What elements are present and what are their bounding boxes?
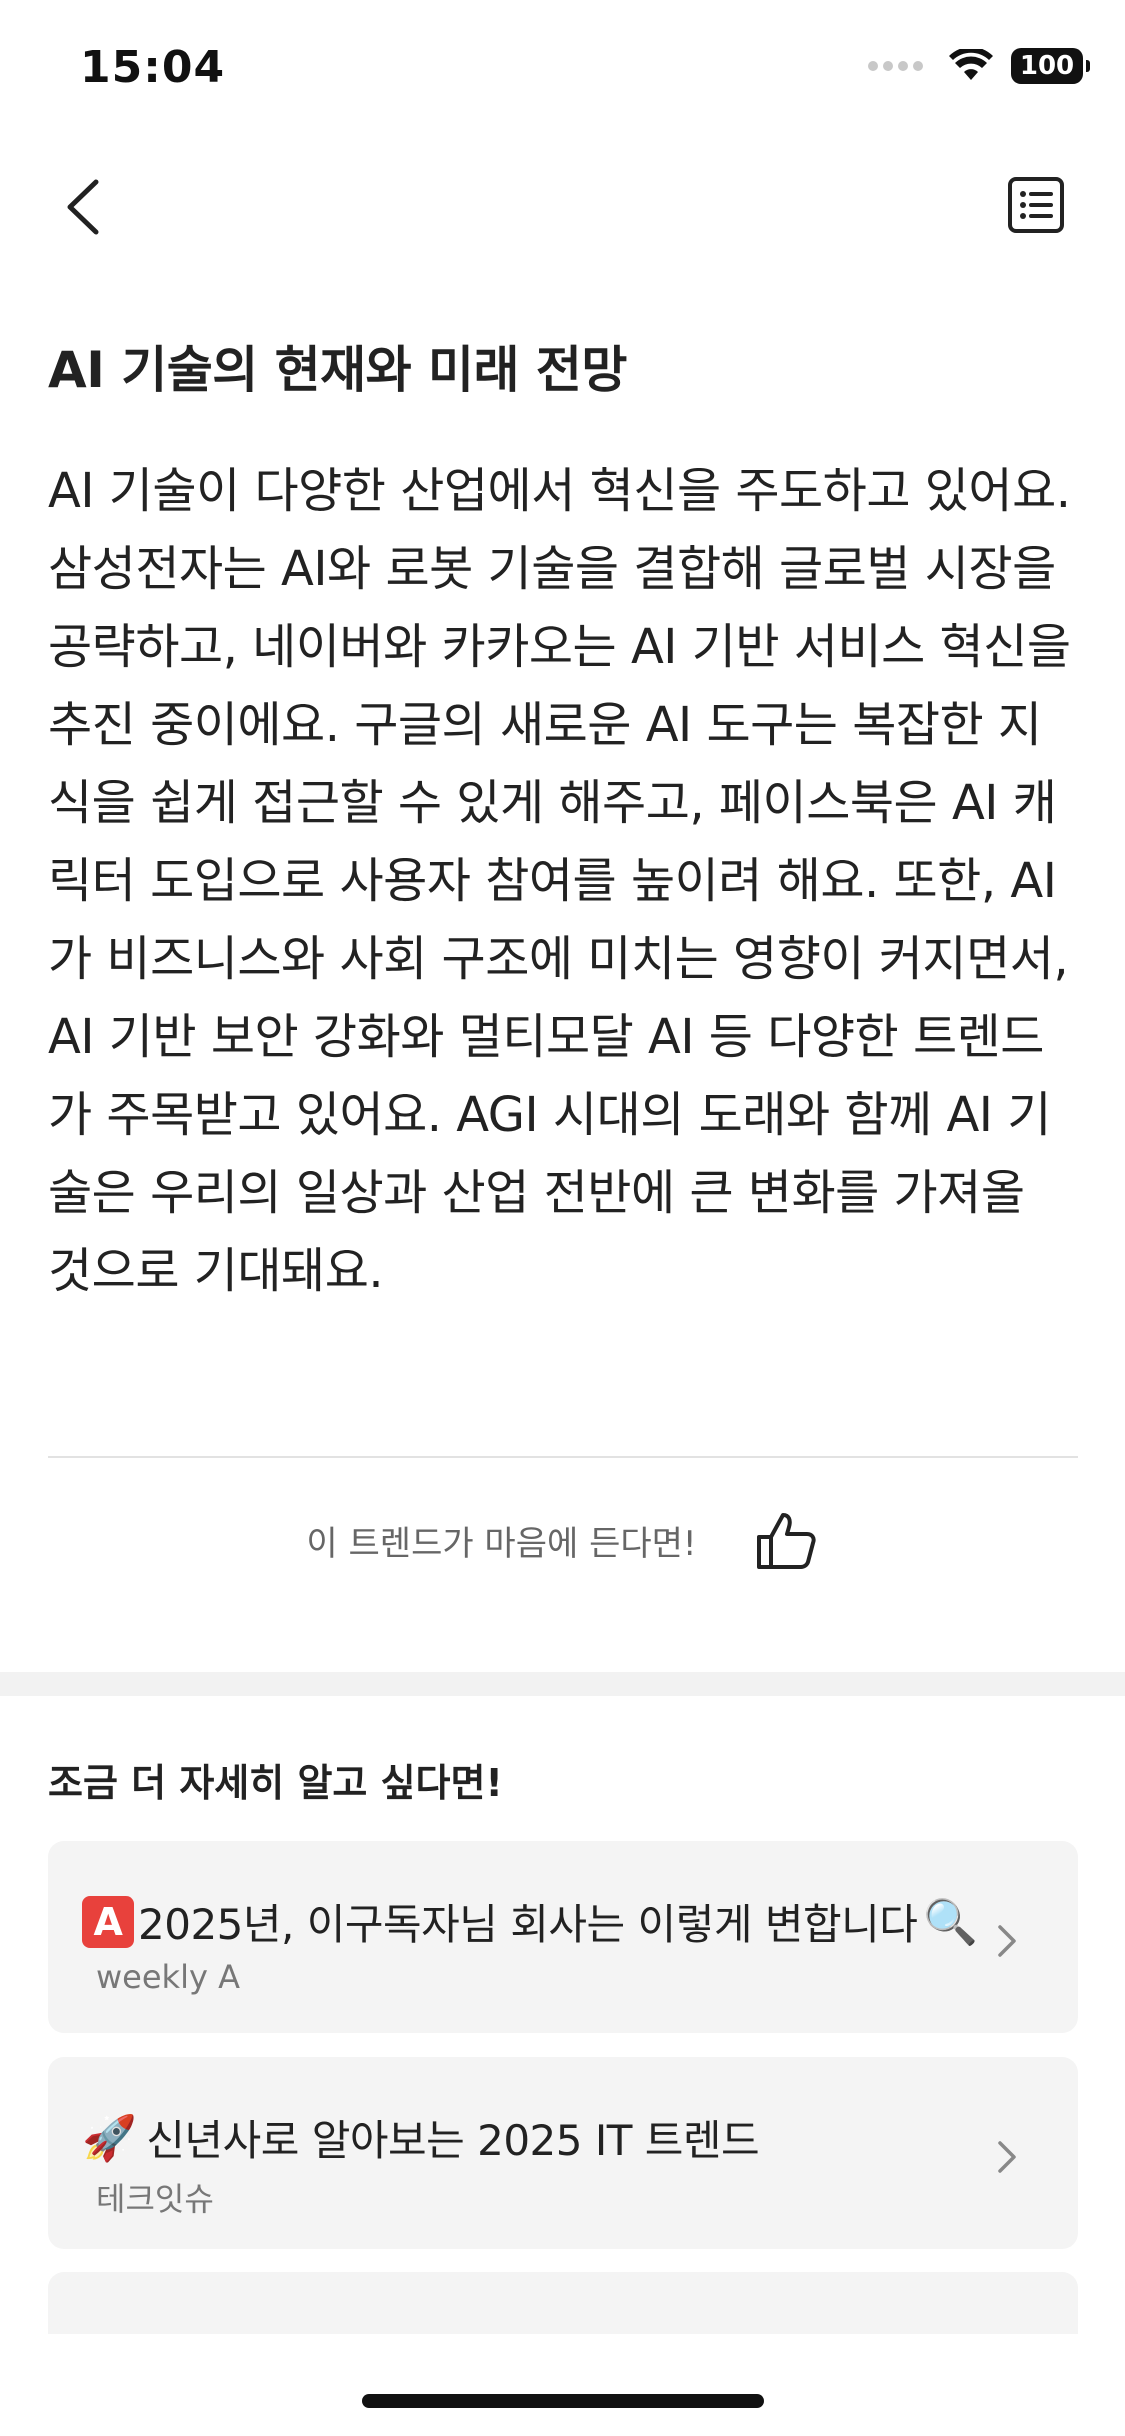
article: AI 기술의 현재와 미래 전망 AI 기술이 다양한 산업에서 혁신을 주도하… [48, 330, 1078, 1310]
battery-icon: 100 [1011, 48, 1090, 84]
thumbs-up-icon [756, 1513, 816, 1569]
magnifier-emoji-icon: 🔍 [923, 1896, 978, 1948]
related-section: 조금 더 자세히 알고 싶다면! A 2025년, 이구독자님 회사는 이렇게 … [48, 1752, 1078, 2249]
related-card-source: 테크잇슈 [96, 2180, 214, 2218]
status-bar: 15:04 100 [0, 0, 1125, 132]
chevron-right-icon [998, 2141, 1016, 2173]
letter-a-emoji-icon: A [82, 1895, 134, 1948]
section-separator [0, 1672, 1125, 1696]
cellular-signal-icon [868, 61, 923, 71]
chevron-left-icon [67, 179, 99, 235]
divider [48, 1456, 1078, 1458]
status-time: 15:04 [80, 42, 226, 93]
back-button[interactable] [58, 172, 118, 242]
wifi-icon [949, 49, 993, 80]
related-card-title: A 2025년, 이구독자님 회사는 이렇게 변합니다 🔍 [82, 1891, 978, 1952]
related-card-source: weekly A [96, 1958, 240, 1996]
like-button[interactable] [753, 1507, 819, 1573]
related-card-title-text: 신년사로 알아보는 2025 IT 트렌드 [146, 2116, 760, 2165]
list-icon [1008, 177, 1064, 233]
related-card[interactable]: A 2025년, 이구독자님 회사는 이렇게 변합니다 🔍 weekly A [48, 1841, 1078, 2033]
related-heading: 조금 더 자세히 알고 싶다면! [48, 1761, 503, 1805]
home-indicator [362, 2394, 764, 2408]
table-of-contents-button[interactable] [1005, 174, 1067, 236]
like-prompt: 이 트렌드가 마음에 든다면! [306, 1523, 697, 1564]
related-card-partial[interactable] [48, 2272, 1078, 2334]
rocket-emoji-icon: 🚀 [82, 2112, 137, 2164]
related-card[interactable]: 🚀 신년사로 알아보는 2025 IT 트렌드 테크잇슈 [48, 2057, 1078, 2249]
chevron-right-icon [998, 1925, 1016, 1957]
article-body: AI 기술이 다양한 산업에서 혁신을 주도하고 있어요. 삼성전자는 AI와 … [48, 463, 1071, 1299]
related-card-title: 🚀 신년사로 알아보는 2025 IT 트렌드 [82, 2107, 978, 2168]
status-icons: 100 [868, 48, 1090, 84]
like-row: 이 트렌드가 마음에 든다면! [0, 1500, 1125, 1580]
article-title: AI 기술의 현재와 미래 전망 [48, 341, 627, 399]
related-card-title-text: 2025년, 이구독자님 회사는 이렇게 변합니다 [138, 1900, 918, 1949]
nav-bar [0, 160, 1125, 250]
